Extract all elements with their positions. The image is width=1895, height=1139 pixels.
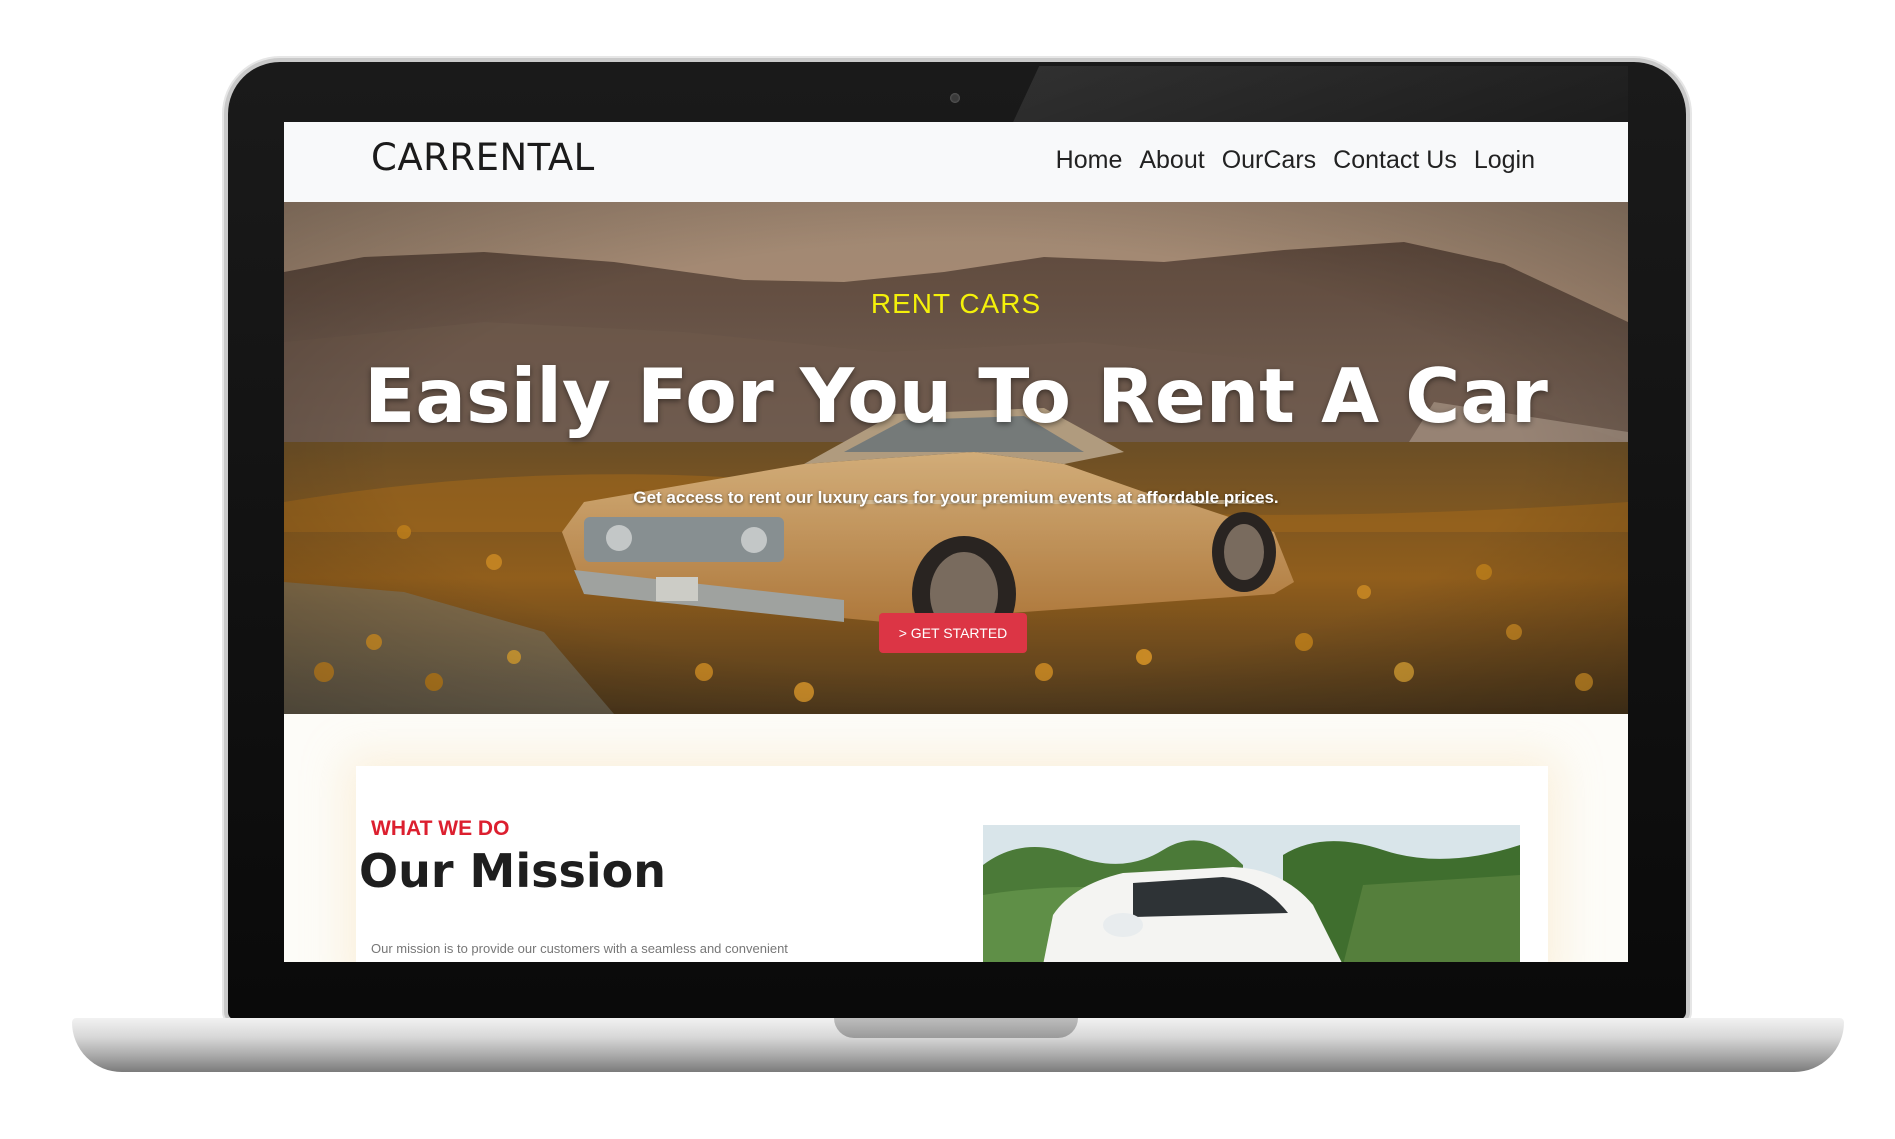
get-started-button[interactable]: > GET STARTED bbox=[879, 613, 1027, 653]
nav-link-home[interactable]: Home bbox=[1056, 146, 1123, 175]
hero-title: Easily For You To Rent A Car bbox=[364, 352, 1548, 440]
laptop-base-notch bbox=[834, 1018, 1078, 1038]
mission-text: Our mission is to provide our customers … bbox=[371, 941, 788, 956]
mission-card: WHAT WE DO Our Mission Our mission is to… bbox=[356, 766, 1548, 962]
mission-title: Our Mission bbox=[359, 844, 666, 898]
nav-link-about[interactable]: About bbox=[1139, 146, 1204, 175]
navbar: CARRENTAL Home About OurCars Contact Us … bbox=[284, 122, 1628, 202]
nav-link-contact-us[interactable]: Contact Us bbox=[1333, 146, 1457, 175]
mission-eyebrow: WHAT WE DO bbox=[371, 817, 510, 840]
mission-section: WHAT WE DO Our Mission Our mission is to… bbox=[284, 714, 1628, 962]
mission-car-photo bbox=[983, 825, 1520, 962]
hero-section: RENT CARS Easily For You To Rent A Car G… bbox=[284, 202, 1628, 714]
nav-link-login[interactable]: Login bbox=[1474, 146, 1535, 175]
laptop-screen: CARRENTAL Home About OurCars Contact Us … bbox=[284, 122, 1628, 962]
webcam-icon bbox=[950, 93, 960, 103]
site-logo[interactable]: CARRENTAL bbox=[371, 136, 595, 179]
nav-link-our-cars[interactable]: OurCars bbox=[1222, 146, 1316, 175]
hero-subtitle: Get access to rent our luxury cars for y… bbox=[633, 488, 1279, 507]
nav-links: Home About OurCars Contact Us Login bbox=[1056, 146, 1535, 175]
hero-eyebrow: RENT CARS bbox=[870, 288, 1042, 319]
